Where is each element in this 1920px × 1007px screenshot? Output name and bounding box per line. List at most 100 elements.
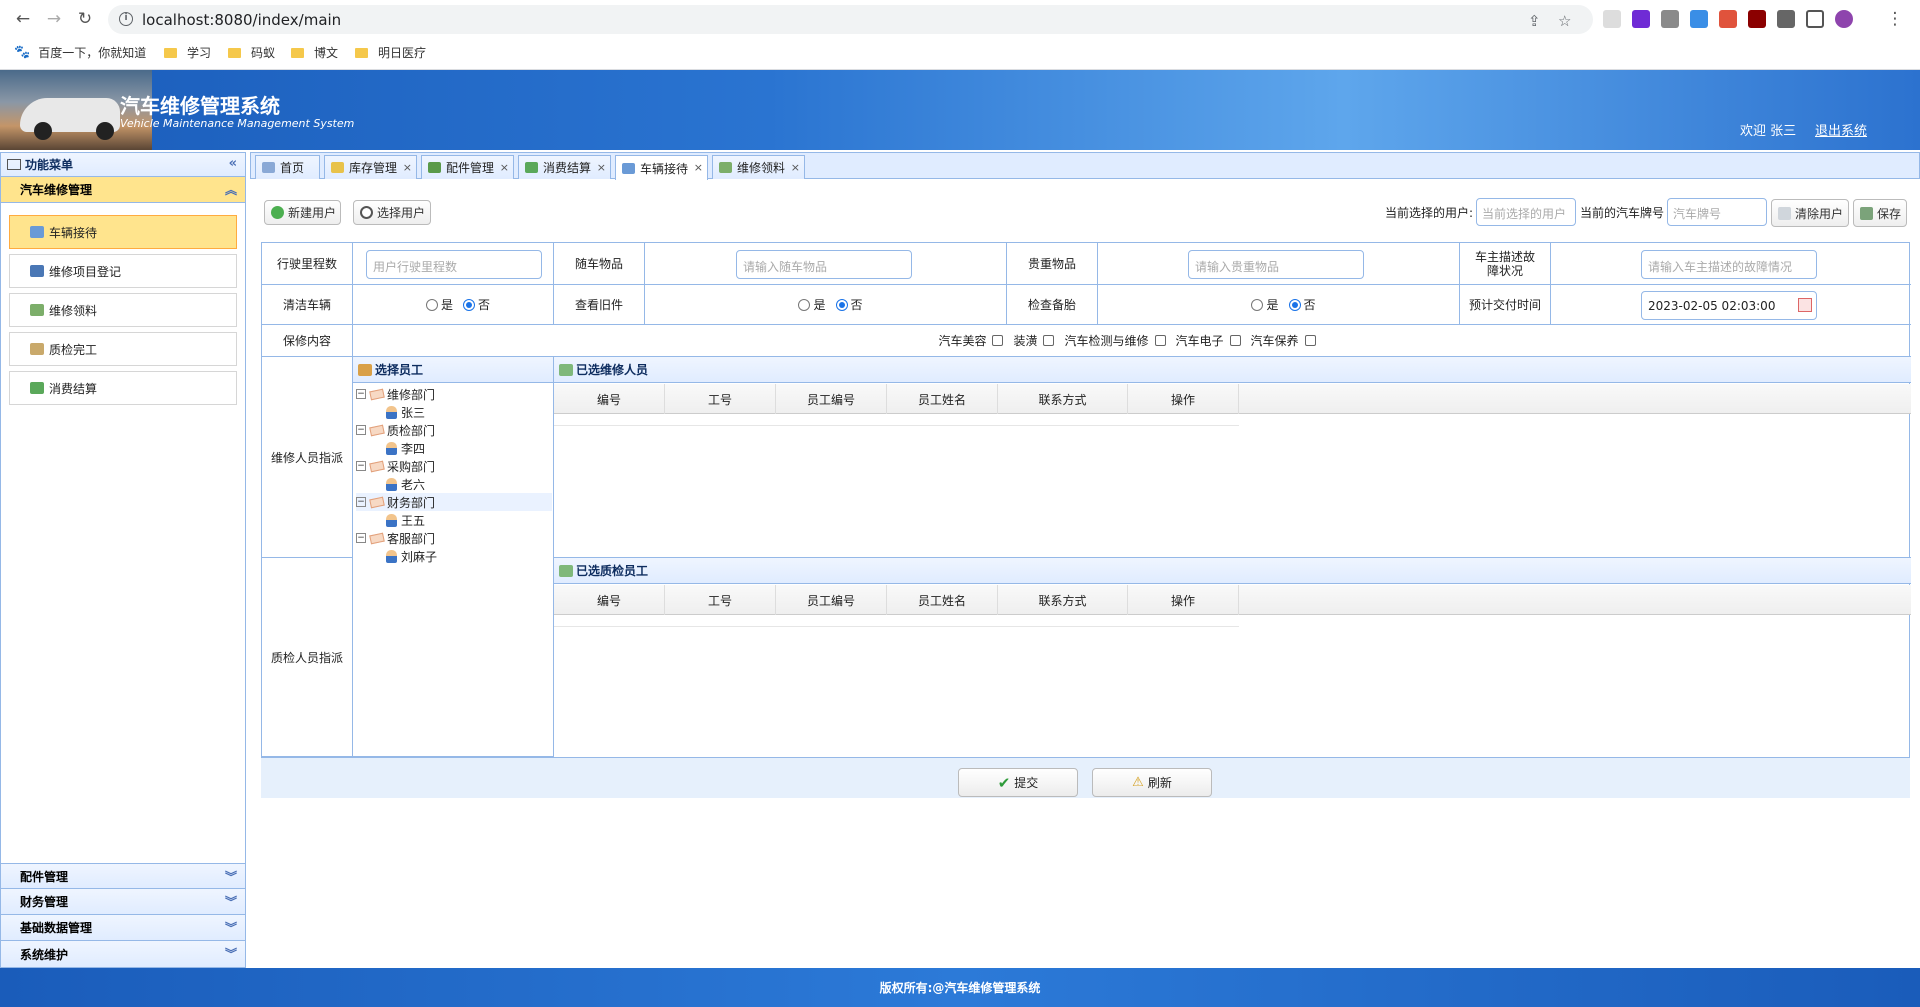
- close-icon[interactable]: ×: [403, 161, 412, 174]
- column-header[interactable]: 员工姓名: [887, 384, 998, 414]
- chevron-up-icon[interactable]: ︽: [225, 181, 237, 198]
- bookmark-star-icon[interactable]: ☆: [1558, 12, 1571, 30]
- tree-employee[interactable]: 李四: [386, 439, 425, 457]
- collapse-toggle-icon[interactable]: −: [356, 389, 366, 399]
- tab-repair-materials[interactable]: 维修领料 ×: [712, 155, 805, 179]
- accordion-finance[interactable]: 财务管理 ︾: [1, 889, 245, 915]
- extension-layers-icon[interactable]: [1690, 10, 1708, 28]
- close-icon[interactable]: ×: [597, 161, 606, 174]
- tree-employee[interactable]: 老六: [386, 475, 425, 493]
- chevron-down-icon[interactable]: ︾: [225, 919, 237, 936]
- back-icon[interactable]: ←: [12, 8, 34, 30]
- bookmark-mayi[interactable]: 码蚁: [228, 44, 275, 61]
- tab-parts[interactable]: 配件管理 ×: [421, 155, 514, 179]
- logout-link[interactable]: 退出系统: [1815, 120, 1867, 139]
- tree-dept-purchase[interactable]: − 采购部门: [356, 457, 435, 475]
- tree-dept-finance[interactable]: − 财务部门: [356, 493, 552, 511]
- browser-menu-icon[interactable]: ⋮: [1884, 8, 1906, 30]
- sidebar-item-qc-complete[interactable]: 质检完工: [9, 332, 237, 366]
- collapse-toggle-icon[interactable]: −: [356, 461, 366, 471]
- tree-employee[interactable]: 刘麻子: [386, 547, 437, 565]
- column-header[interactable]: 联系方式: [998, 585, 1128, 615]
- accordion-car-maintenance[interactable]: 汽车维修管理 ︽: [1, 177, 245, 203]
- carry-items-input[interactable]: 请输入随车物品: [736, 250, 912, 279]
- tab-inventory[interactable]: 库存管理 ×: [324, 155, 417, 179]
- care-checkbox[interactable]: [1304, 335, 1316, 346]
- delivery-datetime-input[interactable]: 2023-02-05 02:03:00: [1641, 291, 1817, 320]
- address-bar[interactable]: i localhost:8080/index/main ⇪ ☆: [108, 5, 1593, 34]
- new-user-button[interactable]: 新建用户: [264, 200, 341, 225]
- extension-store-icon[interactable]: [1661, 10, 1679, 28]
- tree-employee[interactable]: 张三: [386, 403, 425, 421]
- column-header[interactable]: 编号: [554, 585, 665, 615]
- bookmark-blog[interactable]: 博文: [291, 44, 338, 61]
- close-icon[interactable]: ×: [791, 161, 800, 174]
- extension-cursor-icon[interactable]: [1603, 10, 1621, 28]
- column-header[interactable]: 工号: [665, 585, 776, 615]
- close-icon[interactable]: ×: [500, 161, 509, 174]
- tab-billing[interactable]: 消费结算 ×: [518, 155, 611, 179]
- column-header[interactable]: 操作: [1128, 585, 1239, 615]
- mileage-input[interactable]: 用户行驶里程数: [366, 250, 542, 279]
- share-icon[interactable]: ⇪: [1528, 12, 1541, 30]
- extensions-puzzle-icon[interactable]: [1777, 10, 1795, 28]
- accordion-basic-data[interactable]: 基础数据管理 ︾: [1, 915, 245, 941]
- profile-avatar[interactable]: [1835, 10, 1853, 28]
- sidebar-item-repair-register[interactable]: 维修项目登记: [9, 254, 237, 288]
- plate-input[interactable]: 汽车牌号: [1667, 198, 1767, 226]
- chevron-down-icon[interactable]: ︾: [225, 893, 237, 910]
- column-header[interactable]: 员工编号: [776, 585, 887, 615]
- current-user-input[interactable]: 当前选择的用户: [1476, 198, 1576, 226]
- wash-no-radio[interactable]: [463, 298, 475, 311]
- tab-vehicle-reception[interactable]: 车辆接待 ×: [615, 155, 708, 180]
- beauty-checkbox[interactable]: [992, 335, 1004, 346]
- collapse-sidebar-icon[interactable]: «: [229, 156, 237, 171]
- electronics-checkbox[interactable]: [1229, 335, 1241, 346]
- bookmark-study[interactable]: 学习: [164, 44, 211, 61]
- spare-tire-yes-radio[interactable]: [1251, 298, 1264, 311]
- collapse-toggle-icon[interactable]: −: [356, 533, 366, 543]
- bookmark-baidu[interactable]: 🐾 百度一下，你就知道: [14, 44, 146, 61]
- fault-desc-input[interactable]: 请输入车主描述的故障情况: [1641, 250, 1817, 279]
- tree-dept-repair[interactable]: − 维修部门: [356, 385, 435, 403]
- bookmark-medical[interactable]: 明日医疗: [355, 44, 426, 61]
- sidebar-item-repair-materials[interactable]: 维修领料: [9, 293, 237, 327]
- collapse-toggle-icon[interactable]: −: [356, 425, 366, 435]
- column-header[interactable]: 联系方式: [998, 384, 1128, 414]
- submit-button[interactable]: ✔ 提交: [958, 768, 1078, 797]
- inspection-checkbox[interactable]: [1154, 335, 1166, 346]
- tree-dept-qc[interactable]: − 质检部门: [356, 421, 435, 439]
- sidebar-toggle-icon[interactable]: [1806, 10, 1824, 28]
- forward-icon[interactable]: →: [43, 8, 65, 30]
- column-header[interactable]: 编号: [554, 384, 665, 414]
- tree-dept-service[interactable]: − 客服部门: [356, 529, 435, 547]
- select-user-button[interactable]: 选择用户: [353, 200, 431, 225]
- accordion-system[interactable]: 系统维护 ︾: [1, 941, 245, 967]
- valuables-input[interactable]: 请输入贵重物品: [1188, 250, 1364, 279]
- column-header[interactable]: 工号: [665, 384, 776, 414]
- chevron-down-icon[interactable]: ︾: [225, 868, 237, 885]
- collapse-toggle-icon[interactable]: −: [356, 497, 366, 507]
- reload-icon[interactable]: ↻: [74, 8, 96, 30]
- column-header[interactable]: 员工编号: [776, 384, 887, 414]
- old-parts-no-radio[interactable]: [835, 298, 848, 311]
- column-header[interactable]: 员工姓名: [887, 585, 998, 615]
- extension-a-icon[interactable]: [1719, 10, 1737, 28]
- calendar-icon[interactable]: [1798, 298, 1812, 312]
- sidebar-item-vehicle-reception[interactable]: 车辆接待: [9, 215, 237, 249]
- clear-user-button[interactable]: 清除用户: [1771, 199, 1849, 227]
- tab-home[interactable]: 首页: [255, 155, 320, 179]
- old-parts-yes-radio[interactable]: [798, 298, 811, 311]
- chevron-down-icon[interactable]: ︾: [225, 945, 237, 962]
- close-icon[interactable]: ×: [694, 161, 703, 174]
- site-info-icon[interactable]: i: [119, 12, 133, 26]
- accordion-parts[interactable]: 配件管理 ︾: [1, 863, 245, 889]
- save-button[interactable]: 保存: [1853, 199, 1907, 227]
- column-header[interactable]: 操作: [1128, 384, 1239, 414]
- tree-employee[interactable]: 王五: [386, 511, 425, 529]
- extension-rp-icon[interactable]: [1632, 10, 1650, 28]
- refresh-button[interactable]: ⚠ 刷新: [1092, 768, 1212, 797]
- wash-yes-radio[interactable]: [425, 298, 438, 311]
- spare-tire-no-radio[interactable]: [1288, 298, 1301, 311]
- decoration-checkbox[interactable]: [1043, 335, 1055, 346]
